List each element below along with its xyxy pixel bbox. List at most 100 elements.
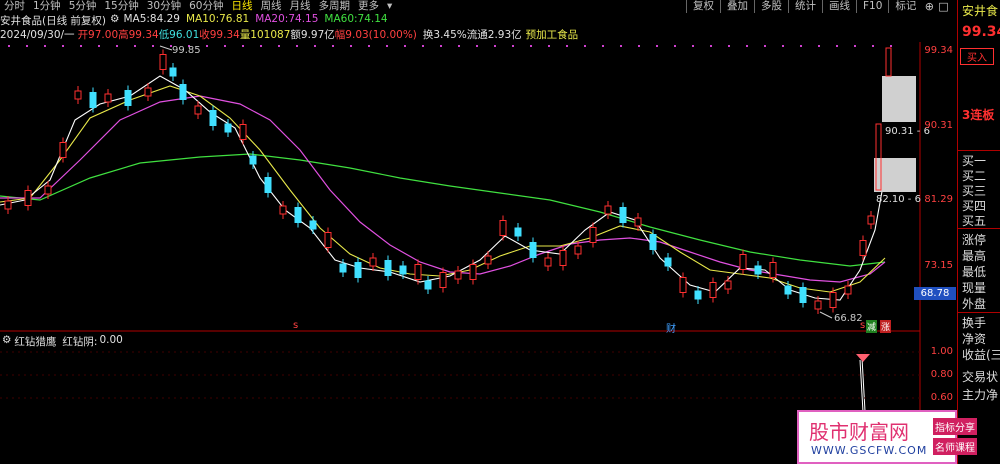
indicator-name[interactable]: 红钻猎鹰 [14, 334, 56, 348]
candle-body [354, 262, 362, 278]
indicator-grid [0, 351, 920, 399]
panel-row: 最高 [962, 249, 987, 263]
marker-dot [296, 45, 298, 47]
candle-body [239, 124, 247, 140]
watermark-logo: 股市财富网 WWW.GSCFW.COM 指标分享 名师课程 [797, 410, 977, 464]
candle-body [294, 207, 302, 223]
candle-body [679, 277, 687, 293]
signal-jian[interactable]: 减 [866, 320, 878, 333]
candle-body [249, 155, 257, 165]
candle-body [529, 242, 537, 258]
candle-body [169, 67, 177, 77]
signal-s-1[interactable]: s [293, 320, 298, 331]
candle-body [709, 282, 717, 298]
marker-dot [8, 45, 10, 47]
signal-s-2[interactable]: s [860, 320, 865, 331]
panel-row: 最低 [962, 265, 987, 279]
ind-gear-icon[interactable]: ⚙ [2, 334, 11, 347]
ind-axis-tick: 1.00 [930, 346, 953, 357]
ind-axis-tick: 0.80 [930, 369, 953, 380]
candle-body [279, 205, 287, 215]
price-axis: 99.34 90.31 81.29 73.15 1.00 0.80 0.60 [920, 0, 957, 464]
axis-tick: 81.29 [924, 194, 953, 205]
marker-dot [134, 45, 136, 47]
kline-chart[interactable] [0, 0, 957, 464]
candle-body [384, 260, 392, 276]
candle-body [104, 93, 112, 103]
marker-dot [890, 45, 892, 47]
candle-body [694, 290, 702, 300]
candle-body [74, 90, 82, 100]
marker-dot [332, 45, 334, 47]
candle-body [769, 262, 777, 278]
marker-dot [656, 45, 658, 47]
buy-button[interactable]: 买入 [960, 48, 994, 65]
marker-dot [422, 45, 424, 47]
signal-cai[interactable]: 财 [666, 320, 676, 335]
panel-divider [958, 228, 1000, 229]
marker-dot [242, 45, 244, 47]
ma10-line [0, 85, 886, 293]
indicator-series-value: 0.00 [99, 334, 123, 346]
quote-panel: 安井食 99.34 买入 3连板 买一 买二 买三 买四 买五 涨停 最高 最低… [957, 0, 1000, 464]
candle-body [544, 257, 552, 267]
marker-dot [800, 45, 802, 47]
panel-divider [958, 312, 1000, 313]
marker-dot [152, 45, 154, 47]
marker-dot [494, 45, 496, 47]
streak-badge: 3连板 [962, 108, 995, 122]
candle-body [44, 185, 52, 195]
candle-body [484, 255, 492, 265]
price-tag-2: 82.10 - 6 [876, 194, 921, 205]
candle-body [399, 265, 407, 275]
candle-body [264, 177, 272, 193]
indicator-series-label: 红钻阴: [62, 336, 98, 348]
candle-body [859, 240, 867, 256]
marker-dot [818, 45, 820, 47]
candle-body [144, 87, 152, 97]
candle-body [559, 250, 567, 266]
high-price-label: 99.85 [172, 45, 201, 56]
ma60-line [0, 153, 886, 267]
candle-body [454, 270, 462, 280]
panel-row: 外盘 [962, 297, 987, 311]
marker-dot [350, 45, 352, 47]
candle-body [4, 200, 12, 210]
candle-body [739, 254, 747, 270]
candle-body [194, 105, 202, 115]
marker-dot [854, 45, 856, 47]
candle-body [604, 205, 612, 215]
watermark-tag1: 指标分享 [933, 418, 977, 435]
marker-dot [206, 45, 208, 47]
axis-tick: 73.15 [924, 260, 953, 271]
candle-body [59, 142, 67, 158]
signal-zhang[interactable]: 涨 [880, 320, 892, 333]
gap-box-2 [874, 158, 916, 192]
candle-body [369, 257, 377, 267]
marker-dot [278, 45, 280, 47]
red-diamond-icon [856, 354, 870, 362]
candle-body [664, 257, 672, 267]
panel-row: 现量 [962, 281, 987, 295]
candle-body [469, 264, 477, 280]
gap-box-1 [882, 76, 916, 122]
marker-dot [26, 45, 28, 47]
marker-dot [512, 45, 514, 47]
marker-dot [368, 45, 370, 47]
panel-row: 换手 [962, 316, 987, 330]
marker-dot [404, 45, 406, 47]
candle-body [339, 263, 347, 273]
marker-dot [314, 45, 316, 47]
candle-body [784, 285, 792, 295]
marker-dot [692, 45, 694, 47]
candle-body [309, 220, 317, 230]
candle-body [424, 280, 432, 290]
marker-dot [710, 45, 712, 47]
marker-dot [116, 45, 118, 47]
marker-dot [836, 45, 838, 47]
marker-dot [638, 45, 640, 47]
marker-dot [530, 45, 532, 47]
candle-body [589, 227, 597, 243]
candle-body [724, 280, 732, 290]
panel-row: 净资 [962, 332, 987, 346]
